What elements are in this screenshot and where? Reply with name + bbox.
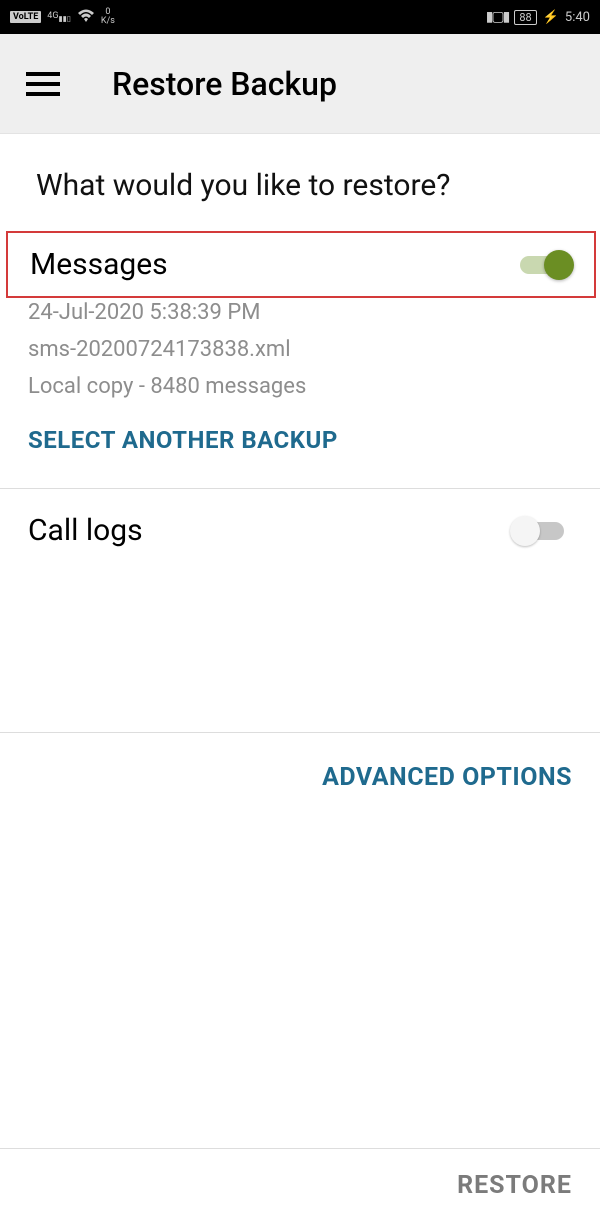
status-time: 5:40 [565,10,590,25]
messages-highlighted-row: Messages [6,231,596,298]
status-bar: VoLTE 4G▮▮▯ 0 K/s ▮▢▮ 88 ⚡ 5:40 [0,0,600,34]
messages-timestamp: 24-Jul-2020 5:38:39 PM [0,298,600,335]
speed-indicator: 0 K/s [101,8,115,26]
messages-toggle[interactable] [512,253,572,277]
advanced-options-button[interactable]: ADVANCED OPTIONS [322,763,572,792]
vibrate-icon: ▮▢▮ [486,9,509,25]
footer: RESTORE [0,1148,600,1222]
network-indicator: 4G▮▮▯ [47,11,71,23]
menu-icon[interactable] [26,72,60,96]
page-title: Restore Backup [112,65,337,103]
messages-label: Messages [30,247,168,282]
restore-question: What would you like to restore? [0,134,600,231]
calllogs-toggle[interactable] [512,519,572,543]
messages-summary: Local copy - 8480 messages [0,372,600,409]
select-another-backup-button[interactable]: SELECT ANOTHER BACKUP [0,408,600,478]
messages-filename: sms-20200724173838.xml [0,335,600,372]
wifi-icon [77,8,95,27]
app-bar: Restore Backup [0,34,600,134]
battery-indicator: 88 [514,10,536,25]
volte-indicator: VoLTE [10,11,41,23]
calllogs-label: Call logs [28,513,143,548]
charging-icon: ⚡ [543,10,559,25]
advanced-options-container: ADVANCED OPTIONS [0,732,600,822]
restore-button[interactable]: RESTORE [457,1171,572,1200]
